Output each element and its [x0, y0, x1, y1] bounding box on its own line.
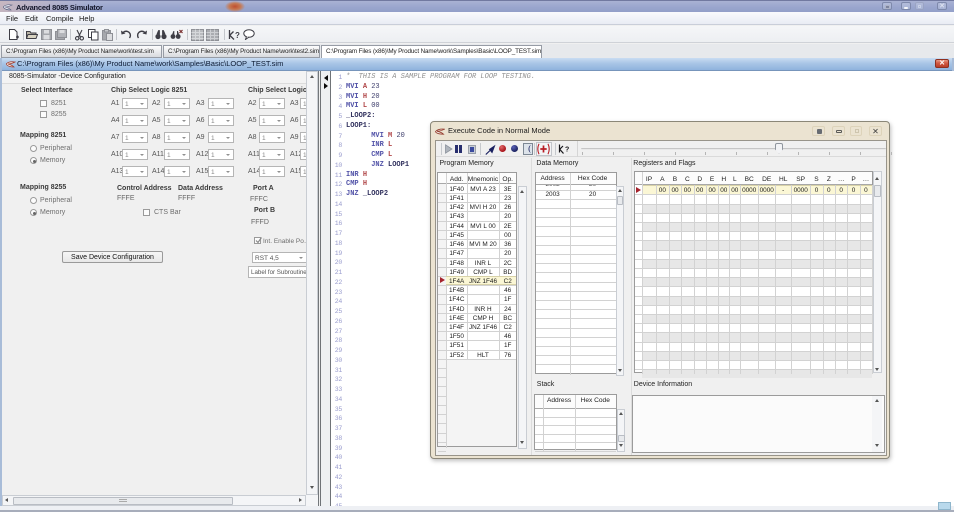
svg-text:?: ?	[565, 147, 569, 154]
svg-text:?: ?	[235, 31, 240, 40]
